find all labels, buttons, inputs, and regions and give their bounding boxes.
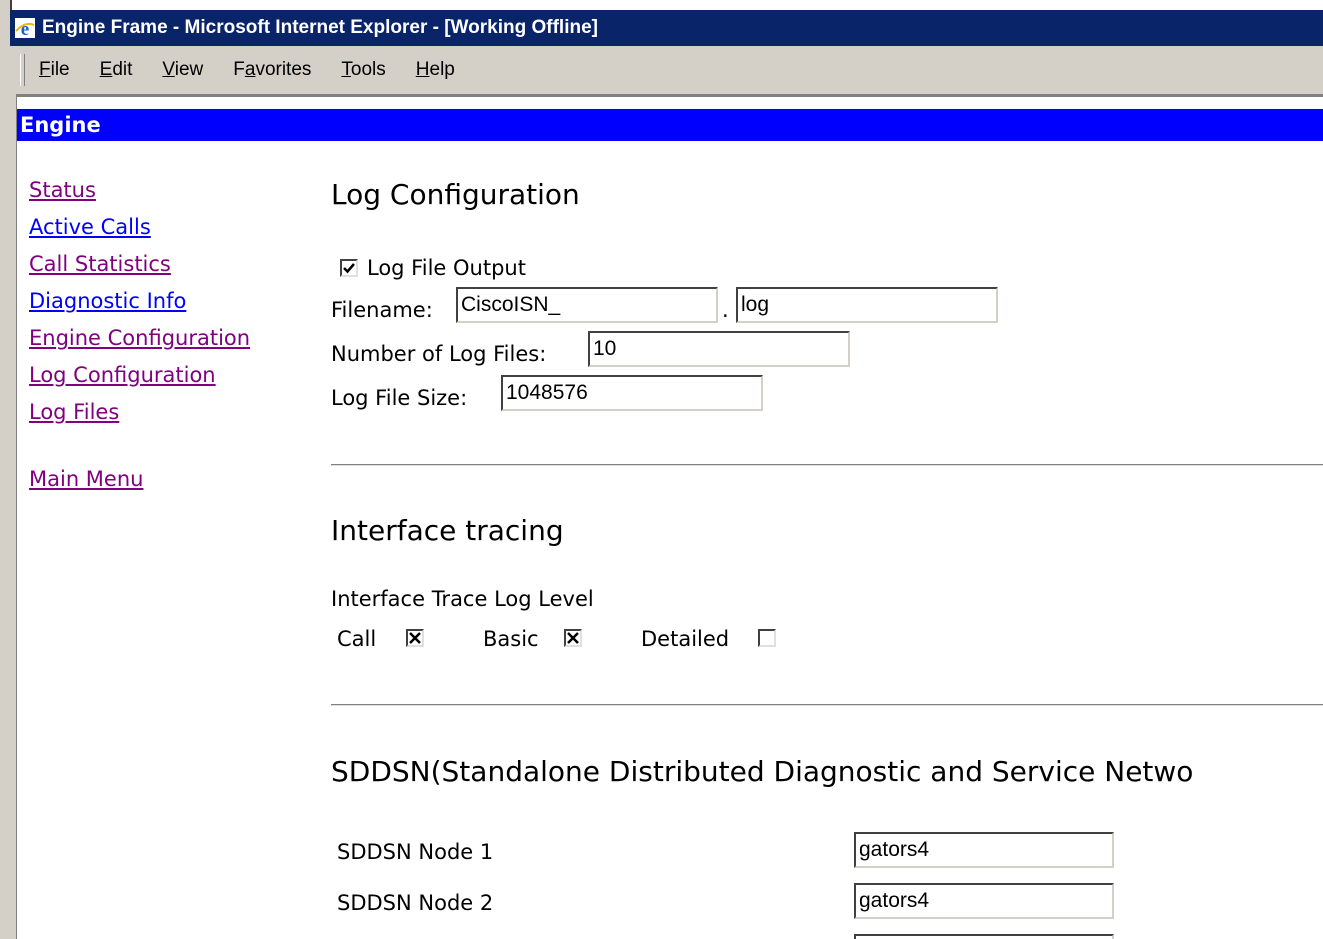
nav-link-log-configuration[interactable]: Log Configuration [29,360,250,397]
svg-text:e: e [21,19,29,39]
sddsn-node2-input[interactable] [854,883,1114,919]
nav-link-diagnostic-info[interactable]: Diagnostic Info [29,286,250,323]
window-titlebar[interactable]: e Engine Frame - Microsoft Internet Expl… [10,10,1323,46]
filename-extension-input[interactable] [736,287,998,323]
sddsn-node1-label: SDDSN Node 1 [337,840,494,864]
section-divider [331,704,1323,706]
nav-link-engine-configuration[interactable]: Engine Configuration [29,323,250,360]
log-file-output-label: Log File Output [367,256,526,280]
menu-edit-label: dit [112,59,133,80]
trace-call-label: Call [337,627,377,651]
log-file-size-input[interactable] [501,375,763,411]
menu-edit-mnemonic: E [99,59,113,80]
sddsn-node2-label: SDDSN Node 2 [337,891,494,915]
nav-gap [29,434,250,464]
menu-favorites-label: vorites [255,59,312,80]
menu-view[interactable]: View [162,59,203,81]
left-nav: Status Active Calls Call Statistics Diag… [29,175,250,501]
menu-file-mnemonic: F [39,59,51,80]
filename-base-input[interactable] [456,287,718,323]
interface-tracing-heading: Interface tracing [331,514,564,547]
toolbar-grip[interactable] [20,54,25,86]
menu-bar: File Edit View Favorites Tools Help [10,46,1323,95]
nav-link-active-calls[interactable]: Active Calls [29,212,250,249]
filename-dot: . [722,298,729,322]
trace-basic-checkbox[interactable] [564,629,582,647]
log-file-size-label: Log File Size: [331,386,468,410]
menu-help-mnemonic: H [415,59,430,80]
internet-explorer-icon: e [14,17,36,39]
sddsn-node3-input-partial[interactable] [854,934,1114,939]
menu-favorites[interactable]: Favorites [233,59,311,81]
checkmark-icon [343,263,355,274]
x-mark-icon [567,632,579,644]
menu-help-label: elp [429,59,455,80]
menu-help[interactable]: Help [416,59,455,81]
engine-header-title: Engine [20,113,101,137]
sddsn-node1-input[interactable] [854,832,1114,868]
menu-view-mnemonic: V [162,59,175,80]
log-file-output-checkbox[interactable] [340,259,358,277]
trace-detailed-checkbox[interactable] [758,629,776,647]
menu-view-label: iew [174,59,204,80]
filename-label: Filename: [331,298,433,322]
trace-log-level-label: Interface Trace Log Level [331,587,594,611]
window-title: Engine Frame - Microsoft Internet Explor… [42,17,598,38]
nav-link-main-menu[interactable]: Main Menu [29,464,250,501]
menu-tools[interactable]: Tools [341,59,385,81]
menu-tools-label: ools [350,59,386,80]
log-config-heading: Log Configuration [331,178,580,211]
frame-inner-border [10,94,17,939]
menu-favorites-mnemonic: a [244,59,256,80]
trace-call-checkbox[interactable] [406,629,424,647]
menu-file[interactable]: File [39,59,70,81]
nav-link-call-statistics[interactable]: Call Statistics [29,249,250,286]
nav-link-status[interactable]: Status [29,175,250,212]
nav-link-log-files[interactable]: Log Files [29,397,250,434]
menu-tools-mnemonic: T [341,59,351,80]
num-log-files-label: Number of Log Files: [331,342,547,366]
trace-basic-label: Basic [483,627,539,651]
section-divider [331,464,1323,466]
num-log-files-input[interactable] [588,331,850,367]
menu-favorites-prefix: F [233,59,245,80]
menu-file-label: ile [50,59,70,80]
trace-detailed-label: Detailed [641,627,730,651]
menu-edit[interactable]: Edit [100,59,133,81]
engine-header: Engine [17,109,1323,141]
sddsn-heading: SDDSN(Standalone Distributed Diagnostic … [331,755,1194,788]
x-mark-icon [409,632,421,644]
